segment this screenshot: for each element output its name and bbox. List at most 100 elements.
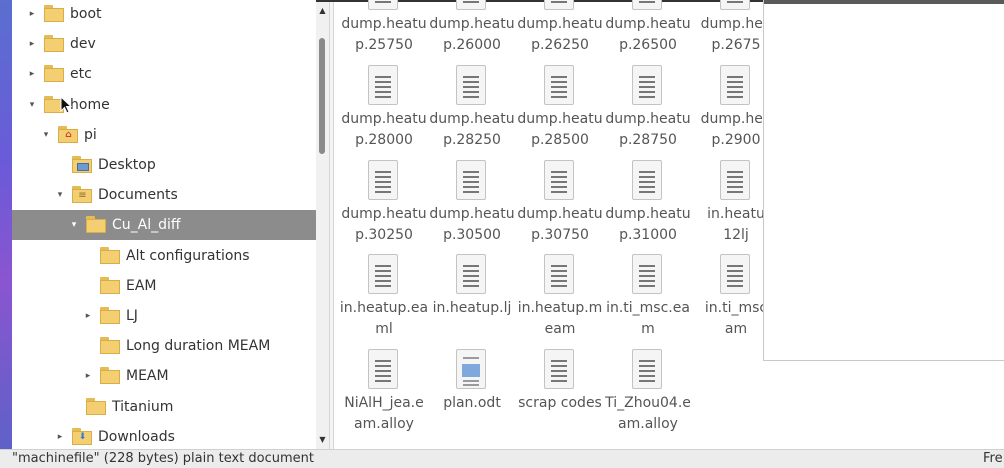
collapse-arrow-icon[interactable]: ▾ xyxy=(68,210,80,240)
file-name-line-1: dump.heatu xyxy=(605,206,691,222)
file-item[interactable]: dump.hea p.2675 xyxy=(691,0,763,62)
text-file-icon xyxy=(544,65,576,105)
expand-arrow-icon[interactable]: ▸ xyxy=(54,422,66,449)
file-name-line-2: p.28250 xyxy=(443,132,501,148)
file-name-line-2: 12lj xyxy=(723,227,749,243)
file-name-line-2: p.30500 xyxy=(443,227,501,243)
file-item[interactable]: dump.heatu p.30500 xyxy=(427,160,517,252)
home-folder-icon: ⌂ xyxy=(58,125,78,143)
file-item[interactable]: dump.hea p.2900 xyxy=(691,65,763,157)
file-item[interactable]: dump.heatu p.28750 xyxy=(603,65,693,157)
text-file-icon xyxy=(368,349,400,389)
scroll-down-arrow-icon[interactable]: ▼ xyxy=(316,433,329,445)
tree-item-documents[interactable]: ▾ ≡ Documents xyxy=(12,180,316,210)
file-item[interactable]: in.ti_msc am xyxy=(691,254,763,346)
file-item[interactable]: in.heatup.m eam xyxy=(515,254,605,346)
file-item[interactable]: dump.heatu p.31000 xyxy=(603,160,693,252)
tree-item-alt-configurations[interactable]: Alt configurations xyxy=(12,241,316,271)
expand-arrow-icon[interactable]: ▸ xyxy=(26,29,38,59)
expand-arrow-icon[interactable]: ▸ xyxy=(82,361,94,391)
free-space-label: Fre xyxy=(983,451,1003,466)
tree-item-titanium[interactable]: Titanium xyxy=(12,392,316,422)
file-item[interactable]: in.heatup.lj xyxy=(427,254,517,346)
file-item[interactable]: dump.heatu p.28500 xyxy=(515,65,605,157)
folder-icon xyxy=(86,216,106,234)
file-name-line-1: dump.heatu xyxy=(429,206,515,222)
file-item[interactable]: plan.odt xyxy=(427,349,517,441)
expand-arrow-icon[interactable]: ▸ xyxy=(26,0,38,29)
text-file-icon xyxy=(368,65,400,105)
file-name-line-2: p.30250 xyxy=(355,227,413,243)
tree-item-eam[interactable]: EAM xyxy=(12,271,316,301)
tree-scrollbar-thumb[interactable] xyxy=(319,38,325,154)
file-name-line-1: in.heatup.lj xyxy=(432,300,512,316)
file-name-line-2: p.31000 xyxy=(619,227,677,243)
file-item[interactable]: in.ti_msc.ea m xyxy=(603,254,693,346)
folder-icon xyxy=(100,337,120,355)
tree-item-label: Downloads xyxy=(98,428,175,445)
file-item[interactable]: dump.heatu p.26500 xyxy=(603,0,693,62)
file-name-line-1: Ti_Zhou04.e xyxy=(605,395,691,411)
file-item[interactable]: in.heatu 12lj xyxy=(691,160,763,252)
file-name-line-2: am.alloy xyxy=(618,416,678,432)
file-name-line-1: in.heatup.ea xyxy=(339,300,429,316)
overlay-window-border xyxy=(764,0,1004,4)
tree-item-meam[interactable]: ▸ MEAM xyxy=(12,361,316,391)
file-item[interactable]: dump.heatu p.28000 xyxy=(339,65,429,157)
tree-item-downloads[interactable]: ▸ ⬇ Downloads xyxy=(12,422,316,449)
collapse-arrow-icon[interactable]: ▾ xyxy=(40,120,52,150)
collapse-arrow-icon[interactable]: ▾ xyxy=(26,90,38,120)
file-name-line-1: dump.heatu xyxy=(429,111,515,127)
file-item[interactable]: dump.heatu p.26000 xyxy=(427,0,517,62)
scroll-up-arrow-icon[interactable]: ▲ xyxy=(316,4,329,16)
desktop-background-strip xyxy=(0,0,12,468)
text-file-icon xyxy=(544,160,576,200)
file-item[interactable]: in.heatup.ea ml xyxy=(339,254,429,346)
tree-item-label: Long duration MEAM xyxy=(126,338,271,355)
file-name-line-2: p.26250 xyxy=(531,37,589,53)
text-file-icon xyxy=(368,160,400,200)
tree-item-desktop[interactable]: Desktop xyxy=(12,150,316,180)
file-item[interactable]: dump.heatu p.26250 xyxy=(515,0,605,62)
tree-item-label: MEAM xyxy=(126,368,169,385)
tree-item-home[interactable]: ▾ home xyxy=(12,90,316,120)
tree-item-label: Desktop xyxy=(98,157,156,173)
mouse-pointer-icon xyxy=(60,96,72,114)
tree-item-etc[interactable]: ▸ etc xyxy=(12,59,316,89)
tree-item-label: LJ xyxy=(126,308,138,324)
text-file-icon xyxy=(368,254,400,294)
text-file-icon xyxy=(720,160,752,200)
expand-arrow-icon[interactable]: ▸ xyxy=(82,301,94,331)
tree-item-lj[interactable]: ▸ LJ xyxy=(12,301,316,331)
tree-scrollbar[interactable]: ▲ ▼ xyxy=(316,0,329,449)
file-item[interactable]: dump.heatu p.30750 xyxy=(515,160,605,252)
file-item[interactable]: Ti_Zhou04.e am.alloy xyxy=(603,349,693,441)
status-message: "machinefile" (228 bytes) plain text doc… xyxy=(12,451,314,466)
file-name-line-1: dump.heatu xyxy=(429,16,515,32)
file-name-line-1: in.heatup.m xyxy=(517,300,603,316)
file-item[interactable]: NiAlH_jea.e am.alloy xyxy=(339,349,429,441)
file-item[interactable]: scrap codes xyxy=(515,349,605,441)
tree-item-pi[interactable]: ▾ ⌂ pi xyxy=(12,120,316,150)
file-name-line-2: p.2675 xyxy=(711,37,761,53)
tree-item-cu-al-diff[interactable]: ▾ Cu_Al_diff xyxy=(12,210,316,241)
overlay-window xyxy=(763,0,1004,361)
text-file-icon xyxy=(720,65,752,105)
file-item[interactable]: dump.heatu p.25750 xyxy=(339,0,429,62)
file-item[interactable]: dump.heatu p.30250 xyxy=(339,160,429,252)
file-name-line-2: p.26500 xyxy=(619,37,677,53)
directory-tree[interactable]: ▸ boot ▸ dev ▸ etc ▾ home ▾ ⌂ pi Desktop ▾ ≡ Documents… xyxy=(12,0,316,449)
expand-arrow-icon[interactable]: ▸ xyxy=(26,59,38,89)
file-name-line-2: am.alloy xyxy=(354,416,414,432)
tree-item-dev[interactable]: ▸ dev xyxy=(12,29,316,59)
file-item[interactable]: dump.heatu p.28250 xyxy=(427,65,517,157)
tree-item-long-duration-meam[interactable]: Long duration MEAM xyxy=(12,331,316,361)
tree-item-label: Cu_Al_diff xyxy=(112,217,181,234)
file-name-line-2: p.30750 xyxy=(531,227,589,243)
tree-item-boot[interactable]: ▸ boot xyxy=(12,0,316,29)
collapse-arrow-icon[interactable]: ▾ xyxy=(54,180,66,210)
folder-icon xyxy=(100,276,120,294)
file-icon-view[interactable]: dump.heatu p.25750 dump.heatu p.26000 dump.h… xyxy=(333,0,763,449)
